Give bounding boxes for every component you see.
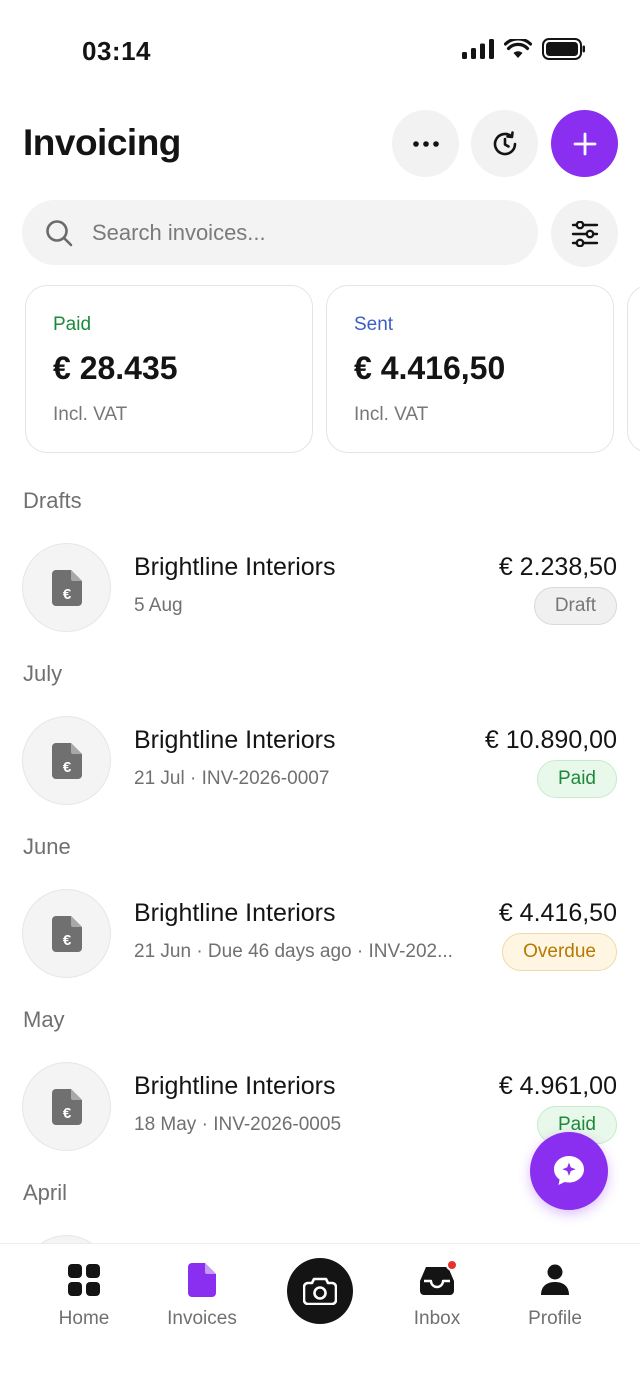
invoice-document-icon: € bbox=[51, 915, 82, 952]
invoice-avatar: € bbox=[22, 1062, 111, 1151]
invoice-row[interactable]: € Brightline Interiors 21 Jul · INV-2026… bbox=[0, 716, 640, 808]
page-title: Invoicing bbox=[23, 122, 181, 163]
search-input[interactable] bbox=[92, 219, 512, 246]
summary-card-sent[interactable]: Sent € 4.416,50 Incl. VAT bbox=[326, 285, 614, 453]
bottom-nav: Home Invoices Inbox Profile bbox=[0, 1243, 640, 1391]
summary-amount: € 28.435 bbox=[53, 350, 178, 386]
nav-inbox[interactable]: Inbox bbox=[382, 1259, 492, 1330]
person-icon-box bbox=[537, 1262, 573, 1298]
invoice-meta: 21 Jun · Due 46 days ago · INV-202... bbox=[134, 941, 453, 962]
plus-icon bbox=[573, 132, 596, 155]
header: Invoicing bbox=[0, 110, 640, 178]
summary-cards: Paid € 28.435 Incl. VAT Sent € 4.416,50 … bbox=[25, 285, 640, 455]
search-bar[interactable] bbox=[22, 200, 538, 265]
summary-label: Sent bbox=[354, 314, 394, 335]
status-badge: Overdue bbox=[502, 933, 617, 971]
section-title-june: June bbox=[23, 834, 71, 859]
status-time: 03:14 bbox=[82, 36, 151, 66]
notification-dot bbox=[446, 1259, 458, 1271]
camera-icon bbox=[303, 1277, 337, 1305]
section-title-may: May bbox=[23, 1007, 65, 1032]
summary-note: Incl. VAT bbox=[354, 404, 429, 425]
svg-text:€: € bbox=[62, 1105, 71, 1122]
invoice-document-icon: € bbox=[51, 569, 82, 606]
summary-amount: € 4.416,50 bbox=[354, 350, 506, 386]
invoice-amount: € 4.416,50 bbox=[498, 899, 617, 927]
status-icons bbox=[462, 38, 586, 60]
invoice-row[interactable]: € Brightline Interiors 5 Aug € 2.238,50 … bbox=[0, 543, 640, 635]
history-icon bbox=[493, 130, 516, 155]
invoice-amount: € 4.961,00 bbox=[498, 1072, 617, 1100]
nav-invoices[interactable]: Invoices bbox=[147, 1262, 257, 1330]
history-button[interactable] bbox=[471, 110, 538, 177]
person-icon bbox=[541, 1264, 569, 1295]
section-title-april: April bbox=[23, 1180, 68, 1205]
invoice-document-icon: € bbox=[51, 742, 82, 779]
summary-card-paid[interactable]: Paid € 28.435 Incl. VAT bbox=[25, 285, 313, 453]
invoice-amount: € 2.238,50 bbox=[498, 553, 617, 581]
invoice-document-icon: € bbox=[51, 1088, 82, 1125]
assistant-chat-button[interactable] bbox=[530, 1132, 608, 1210]
nav-label: Home bbox=[58, 1308, 110, 1329]
grid-icon-box bbox=[66, 1262, 102, 1298]
invoice-avatar: € bbox=[22, 889, 111, 978]
search-icon bbox=[46, 219, 73, 246]
battery-icon bbox=[542, 38, 585, 60]
summary-note: Incl. VAT bbox=[53, 404, 128, 425]
svg-text:€: € bbox=[62, 759, 71, 776]
section-title-july: July bbox=[23, 661, 63, 686]
inbox-icon-box bbox=[419, 1259, 458, 1298]
search-icon-wrap bbox=[22, 219, 92, 247]
client-name: Brightline Interiors bbox=[134, 1072, 336, 1100]
more-options-button[interactable] bbox=[392, 110, 459, 177]
nav-label: Inbox bbox=[413, 1308, 461, 1329]
nav-label: Invoices bbox=[167, 1308, 237, 1329]
camera-scan-button[interactable] bbox=[287, 1258, 353, 1324]
invoice-meta: 18 May · INV-2026-0005 bbox=[134, 1114, 342, 1135]
invoice-meta: 21 Jul · INV-2026-0007 bbox=[134, 768, 330, 789]
more-icon bbox=[412, 140, 439, 147]
add-invoice-button[interactable] bbox=[551, 110, 618, 177]
client-name: Brightline Interiors bbox=[134, 553, 336, 581]
nav-home[interactable]: Home bbox=[29, 1262, 139, 1330]
nav-profile[interactable]: Profile bbox=[500, 1262, 610, 1330]
status-bar: 03:14 bbox=[0, 0, 640, 100]
document-icon bbox=[188, 1263, 216, 1297]
filter-sliders-icon bbox=[571, 220, 598, 247]
summary-label: Paid bbox=[53, 314, 92, 335]
summary-card-next[interactable] bbox=[627, 285, 640, 453]
client-name: Brightline Interiors bbox=[134, 899, 336, 927]
svg-text:€: € bbox=[62, 932, 71, 949]
invoice-avatar: € bbox=[22, 543, 111, 632]
invoice-meta: 5 Aug bbox=[134, 595, 183, 616]
grid-icon bbox=[68, 1264, 100, 1296]
chat-sparkle-icon bbox=[554, 1156, 584, 1185]
client-name: Brightline Interiors bbox=[134, 726, 336, 754]
nav-label: Profile bbox=[528, 1308, 582, 1329]
status-badge: Paid bbox=[536, 760, 617, 798]
svg-text:€: € bbox=[62, 586, 71, 603]
wifi-icon bbox=[504, 39, 532, 58]
document-icon-box bbox=[184, 1262, 220, 1298]
invoice-row[interactable]: € Brightline Interiors 21 Jun · Due 46 d… bbox=[0, 889, 640, 981]
section-title-drafts: Drafts bbox=[23, 488, 82, 513]
cellular-signal-icon bbox=[462, 39, 494, 59]
filter-button[interactable] bbox=[551, 200, 618, 267]
status-badge: Draft bbox=[533, 587, 617, 625]
invoice-amount: € 10.890,00 bbox=[484, 726, 617, 754]
invoice-avatar: € bbox=[22, 716, 111, 805]
